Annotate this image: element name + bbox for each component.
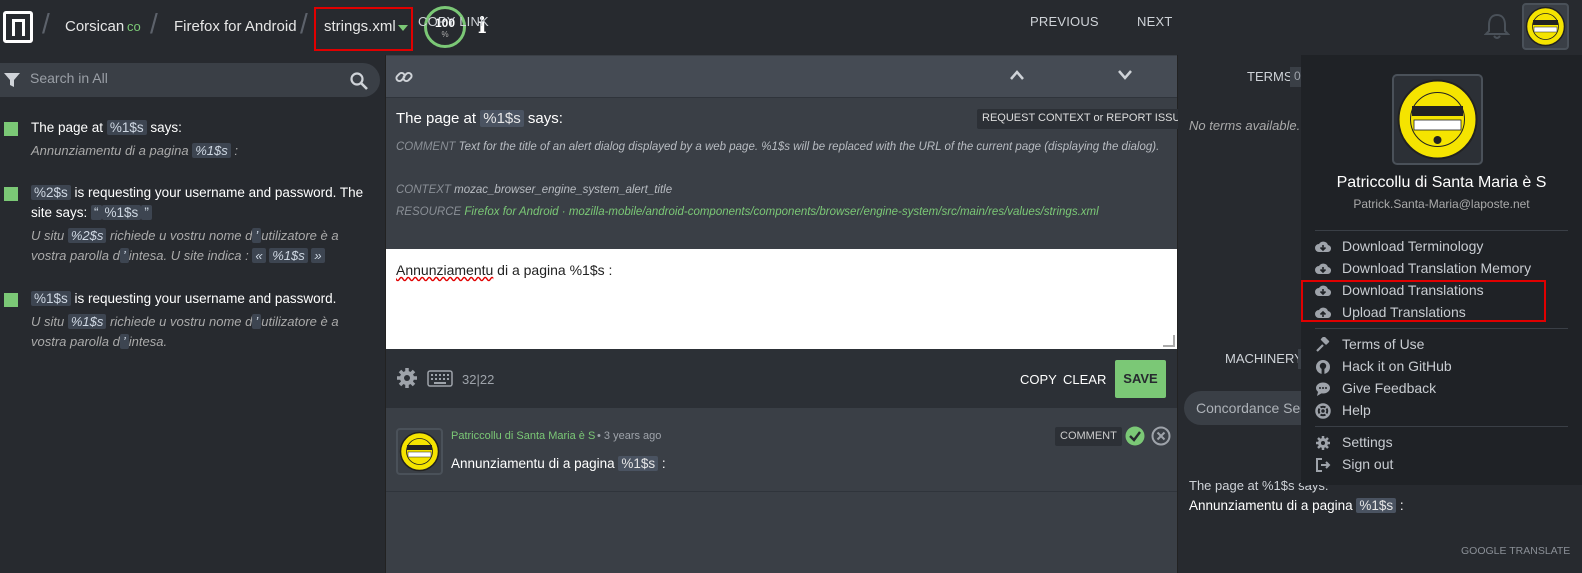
cloud-download-icon bbox=[1315, 241, 1331, 253]
gavel-icon bbox=[1316, 337, 1330, 352]
approve-icon[interactable] bbox=[1125, 426, 1145, 446]
concordance-search-input[interactable] bbox=[1196, 400, 1311, 416]
entity-source: %1$s is requesting your username and pas… bbox=[31, 289, 376, 309]
search-icon[interactable] bbox=[350, 72, 368, 90]
translation-text: Annunziamentu di a pagina %1$s : bbox=[396, 262, 613, 278]
status-translated-icon bbox=[4, 293, 18, 307]
chevron-down-icon[interactable] bbox=[398, 25, 408, 31]
search-bar bbox=[0, 63, 380, 97]
entity-item[interactable]: The page at %1$s says: Annunziamentu di … bbox=[0, 118, 385, 168]
progress-unit: % bbox=[441, 30, 449, 39]
menu-avatar bbox=[1392, 74, 1483, 165]
highlight-box bbox=[1301, 280, 1546, 322]
comment-button[interactable]: COMMENT bbox=[1055, 427, 1122, 446]
avatar-logo-image bbox=[1525, 6, 1566, 47]
breadcrumb-file[interactable]: strings.xml bbox=[324, 18, 396, 35]
next-button[interactable]: NEXT bbox=[1137, 14, 1172, 29]
save-button[interactable]: SAVE bbox=[1115, 360, 1166, 398]
breadcrumb-locale-code[interactable]: co bbox=[127, 19, 141, 34]
keyboard-icon[interactable] bbox=[427, 370, 453, 387]
link-icon[interactable] bbox=[395, 68, 413, 86]
status-translated-icon bbox=[4, 187, 18, 201]
chevron-down-icon[interactable] bbox=[1118, 70, 1132, 80]
menu-item-hack-on-github[interactable]: Hack it on GitHub bbox=[1315, 356, 1575, 378]
menu-item-terms-of-use[interactable]: Terms of Use bbox=[1315, 334, 1575, 356]
breadcrumb-separator: / bbox=[42, 8, 50, 39]
translation-textarea[interactable]: Annunziamentu di a pagina %1$s : bbox=[386, 249, 1177, 349]
reject-icon[interactable] bbox=[1151, 426, 1171, 446]
entity-item[interactable]: %2$s is requesting your username and pas… bbox=[0, 183, 385, 268]
comment-icon bbox=[1316, 382, 1330, 396]
tab-terms[interactable]: TERMS bbox=[1247, 69, 1293, 84]
sign-out-icon bbox=[1316, 458, 1331, 472]
gear-icon bbox=[1316, 436, 1330, 450]
request-context-button[interactable]: REQUEST CONTEXT or REPORT ISSUE bbox=[977, 109, 1193, 129]
character-count: 32|22 bbox=[462, 372, 495, 387]
filter-icon[interactable] bbox=[4, 72, 20, 88]
pontoon-logo[interactable] bbox=[3, 11, 33, 43]
metadata-resource: RESOURCE Firefox for Android · mozilla-m… bbox=[396, 206, 1099, 218]
no-terms-message: No terms available. bbox=[1189, 118, 1301, 133]
copy-link-button[interactable]: COPY LINK bbox=[418, 14, 489, 29]
metadata-comment: COMMENT Text for the title of an alert d… bbox=[396, 141, 1160, 153]
search-input[interactable] bbox=[30, 70, 330, 86]
entity-translation: U situ %1$s richiede u vostru nome d’ uti… bbox=[31, 314, 339, 349]
history-avatar[interactable] bbox=[396, 428, 443, 475]
menu-item-download-terminology[interactable]: Download Terminology bbox=[1315, 236, 1575, 258]
menu-user-name: Patriccollu di Santa Maria è S bbox=[1336, 174, 1547, 191]
source-string: The page at %1$s says: bbox=[396, 110, 563, 127]
history-time: • 3 years ago bbox=[597, 430, 662, 442]
divider bbox=[1315, 230, 1568, 231]
breadcrumb-locale[interactable]: Corsican bbox=[65, 18, 124, 35]
menu-item-download-translation-memory[interactable]: Download Translation Memory bbox=[1315, 258, 1575, 280]
editor-toolbar bbox=[386, 349, 1177, 408]
gear-icon[interactable] bbox=[396, 367, 418, 389]
entity-item[interactable]: %1$s is requesting your username and pas… bbox=[0, 289, 385, 354]
chevron-up-icon[interactable] bbox=[1010, 70, 1024, 80]
previous-button[interactable]: PREVIOUS bbox=[1030, 14, 1099, 29]
editor-nav-toolbar bbox=[386, 56, 1177, 98]
avatar-logo-image bbox=[399, 431, 440, 472]
lifebuoy-icon bbox=[1315, 403, 1331, 419]
resource-path-link[interactable]: mozilla-mobile/android-components/compon… bbox=[569, 206, 1099, 218]
metadata-context: CONTEXT mozac_browser_engine_system_aler… bbox=[396, 184, 673, 196]
concordance-search bbox=[1184, 391, 1314, 425]
menu-item-help[interactable]: Help bbox=[1315, 400, 1575, 422]
breadcrumb-project[interactable]: Firefox for Android bbox=[174, 18, 297, 35]
breadcrumb-separator: / bbox=[150, 8, 158, 39]
divider bbox=[1315, 328, 1568, 329]
breadcrumb-separator: / bbox=[300, 8, 308, 39]
entity-source: %2$s is requesting your username and pas… bbox=[31, 185, 364, 220]
menu-item-settings[interactable]: Settings bbox=[1315, 432, 1575, 454]
entity-translation: Annunziamentu di a pagina %1$s : bbox=[31, 143, 238, 158]
github-icon bbox=[1316, 360, 1330, 374]
bell-icon[interactable] bbox=[1484, 12, 1510, 40]
status-translated-icon bbox=[4, 122, 18, 136]
machinery-translation[interactable]: Annunziamentu di a pagina %1$s : bbox=[1189, 498, 1404, 513]
menu-item-sign-out[interactable]: Sign out bbox=[1315, 454, 1575, 476]
history-user-link[interactable]: Patriccollu di Santa Maria è S bbox=[451, 430, 595, 442]
entity-source: The page at %1$s says: bbox=[31, 120, 182, 135]
history-translation: Annunziamentu di a pagina %1$s : bbox=[451, 456, 666, 471]
cloud-download-icon bbox=[1315, 263, 1331, 275]
machinery-engine-label: GOOGLE TRANSLATE bbox=[1461, 545, 1571, 557]
resource-project-link[interactable]: Firefox for Android bbox=[464, 206, 558, 218]
menu-item-give-feedback[interactable]: Give Feedback bbox=[1315, 378, 1575, 400]
menu-user-email: Patrick.Santa-Maria@laposte.net bbox=[1353, 197, 1530, 211]
tab-machinery[interactable]: MACHINERY bbox=[1225, 351, 1303, 366]
copy-button[interactable]: COPY bbox=[1020, 372, 1057, 387]
user-avatar[interactable] bbox=[1522, 3, 1569, 50]
avatar-logo-image bbox=[1397, 79, 1478, 160]
clear-button[interactable]: CLEAR bbox=[1063, 372, 1106, 387]
entity-translation: U situ %2$s richiede u vostru nome d’ uti… bbox=[31, 228, 339, 263]
divider bbox=[1315, 426, 1568, 427]
resize-handle[interactable] bbox=[1163, 335, 1175, 347]
